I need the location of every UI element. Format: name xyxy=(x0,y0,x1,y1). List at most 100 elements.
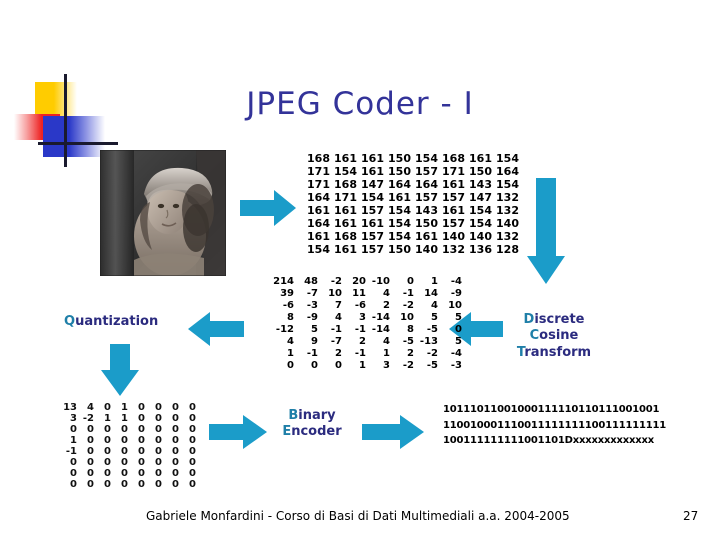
arrow-binary-encoder-to-bitstream xyxy=(362,415,424,449)
quantized-coefficient-cell: 0 xyxy=(155,412,162,424)
dct-coefficient-cell: -6 xyxy=(282,300,294,311)
pixel-value-cell: 157 xyxy=(361,230,384,243)
pixel-value-cell: 157 xyxy=(361,243,384,256)
dct-coefficient-cell: -1 xyxy=(354,348,366,359)
pixel-value-cell: 154 xyxy=(388,204,411,217)
quantized-coefficient-cell: 0 xyxy=(87,456,94,468)
quantized-coefficient-cell: 0 xyxy=(87,434,94,446)
dct-coefficient-cell: 14 xyxy=(424,288,438,299)
pixel-value-cell: 157 xyxy=(415,191,438,204)
pixel-value-cell: 168 xyxy=(334,230,357,243)
pixel-value-row: 161 161 157 154 143 161 154 132 xyxy=(303,204,519,217)
quantized-coefficient-cell: 0 xyxy=(138,434,145,446)
quantized-coefficient-cell: 0 xyxy=(189,423,196,435)
dct-label-line-3: Transform xyxy=(511,345,597,361)
dct-coefficient-cell: 1 xyxy=(287,348,294,359)
quantized-coefficient-cell: 0 xyxy=(189,412,196,424)
dct-coefficient-row: 214 48 -2 20 -10 0 1 -4 xyxy=(270,276,462,288)
dct-line2-rest: osine xyxy=(539,328,579,344)
pixel-value-cell: 154 xyxy=(496,178,519,191)
quantized-coefficient-cell: 0 xyxy=(155,423,162,435)
dct-coefficient-row: -6 -3 7 -6 2 -2 4 10 xyxy=(270,300,462,312)
pixel-value-cell: 140 xyxy=(496,217,519,230)
dct-coefficient-cell: -1 xyxy=(402,288,414,299)
quantized-coefficient-cell: 0 xyxy=(189,456,196,468)
quantized-coefficient-cell: 0 xyxy=(172,401,179,413)
pixel-value-cell: 154 xyxy=(496,152,519,165)
dct-coefficient-cell: -13 xyxy=(419,336,438,347)
dct-coefficient-cell: 0 xyxy=(407,276,414,287)
quantized-coefficient-cell: 0 xyxy=(155,467,162,479)
dct-coefficient-row: 4 9 -7 2 4 -5 -13 5 xyxy=(270,336,462,348)
quantized-coefficient-cell: 0 xyxy=(172,478,179,490)
stage-label-binary-encoder: Binary Encoder xyxy=(277,408,347,441)
pixel-value-cell: 161 xyxy=(361,217,384,230)
pixel-value-cell: 161 xyxy=(334,204,357,217)
pixel-value-cell: 168 xyxy=(307,152,330,165)
dct-coefficient-cell: 4 xyxy=(335,312,342,323)
quantized-coefficient-cell: 0 xyxy=(104,478,111,490)
dct-coefficient-cell: 1 xyxy=(431,276,438,287)
quantized-coefficient-cell: 0 xyxy=(70,456,77,468)
pixel-value-cell: 161 xyxy=(307,204,330,217)
quantized-coefficient-cell: 0 xyxy=(138,478,145,490)
pixel-value-cell: 161 xyxy=(334,243,357,256)
pixel-value-cell: 150 xyxy=(415,217,438,230)
dct-coefficient-matrix: 214 48 -2 20 -10 0 1 -4 39 -7 10 11 4 -1 14 -9 -6 -3 7 -6 2-… xyxy=(270,276,462,372)
pixel-value-cell: 147 xyxy=(469,191,492,204)
quantized-coefficient-cell: 1 xyxy=(121,401,128,413)
dct-coefficient-cell: -7 xyxy=(330,336,342,347)
pixel-value-cell: 132 xyxy=(496,204,519,217)
pixel-value-row: 171 168 147 164 164 161 143 154 xyxy=(303,178,519,191)
stage-label-discrete-cosine-transform: Discrete Cosine Transform xyxy=(511,312,597,361)
dct-line1-rest: iscrete xyxy=(534,312,585,327)
pixel-value-row: 164 171 154 161 157 157 147 132 xyxy=(303,191,519,204)
quantized-coefficient-cell: 3 xyxy=(70,412,77,424)
pixel-value-cell: 161 xyxy=(361,152,384,165)
pixel-value-cell: 140 xyxy=(442,230,465,243)
quantized-coefficient-cell: 0 xyxy=(138,445,145,457)
pixel-value-cell: 171 xyxy=(307,165,330,178)
quantized-coefficient-cell: 1 xyxy=(104,412,111,424)
pixel-value-cell: 157 xyxy=(361,204,384,217)
dct-coefficient-cell: 5 xyxy=(455,312,462,323)
quantized-coefficient-cell: 0 xyxy=(155,456,162,468)
blue-rectangle-icon xyxy=(43,116,105,157)
quantized-coefficient-cell: 0 xyxy=(104,401,111,413)
dct-coefficient-cell: -10 xyxy=(371,276,390,287)
encoded-bitstream: 10111011001000111110110111001001 1100100… xyxy=(443,402,666,449)
bitstream-line-2: 110010001110011111111100111111111 xyxy=(443,419,667,431)
dct-coefficient-cell: 2 xyxy=(359,336,366,347)
quantized-coefficient-cell: 0 xyxy=(70,478,77,490)
quantized-coefficient-cell: 0 xyxy=(172,445,179,457)
pixel-value-cell: 154 xyxy=(469,204,492,217)
binary-line2-capital: E xyxy=(282,424,292,440)
dct-coefficient-row: 0 0 0 1 3 -2 -5 -3 xyxy=(270,360,462,372)
pixel-value-cell: 164 xyxy=(307,217,330,230)
bitstream-line-3: 100111111111001101Dxxxxxxxxxxxxx xyxy=(443,435,654,446)
quantized-coefficient-cell: 0 xyxy=(70,423,77,435)
quantized-coefficient-cell: 0 xyxy=(189,445,196,457)
dct-coefficient-cell: -4 xyxy=(450,348,462,359)
dct-coefficient-cell: 214 xyxy=(273,276,294,287)
dct-coefficient-cell: -14 xyxy=(371,324,390,335)
dct-coefficient-cell: -6 xyxy=(354,300,366,311)
dct-coefficient-cell: -4 xyxy=(450,276,462,287)
quantized-coefficient-cell: 0 xyxy=(189,434,196,446)
quantized-coefficient-cell: 0 xyxy=(155,434,162,446)
arrow-quantization-to-quantized-matrix xyxy=(101,344,139,396)
pixel-value-row: 164 161 161 154 150 157 154 140 xyxy=(303,217,519,230)
quantized-coefficient-cell: 0 xyxy=(189,478,196,490)
dct-coefficient-cell: 2 xyxy=(407,348,414,359)
binary-line1-capital: B xyxy=(288,408,299,423)
dct-coefficient-cell: -7 xyxy=(306,288,318,299)
pixel-value-cell: 143 xyxy=(469,178,492,191)
quantized-coefficient-row: 00000000 xyxy=(60,468,196,479)
pixel-value-cell: 154 xyxy=(307,243,330,256)
dct-coefficient-cell: 0 xyxy=(335,360,342,371)
dct-coefficient-cell: -5 xyxy=(426,360,438,371)
pixel-value-row: 161 168 157 154 161 140 140 132 xyxy=(303,230,519,243)
quantized-coefficient-cell: 0 xyxy=(172,423,179,435)
dct-coefficient-cell: 2 xyxy=(335,348,342,359)
pixel-value-cell: 157 xyxy=(415,165,438,178)
